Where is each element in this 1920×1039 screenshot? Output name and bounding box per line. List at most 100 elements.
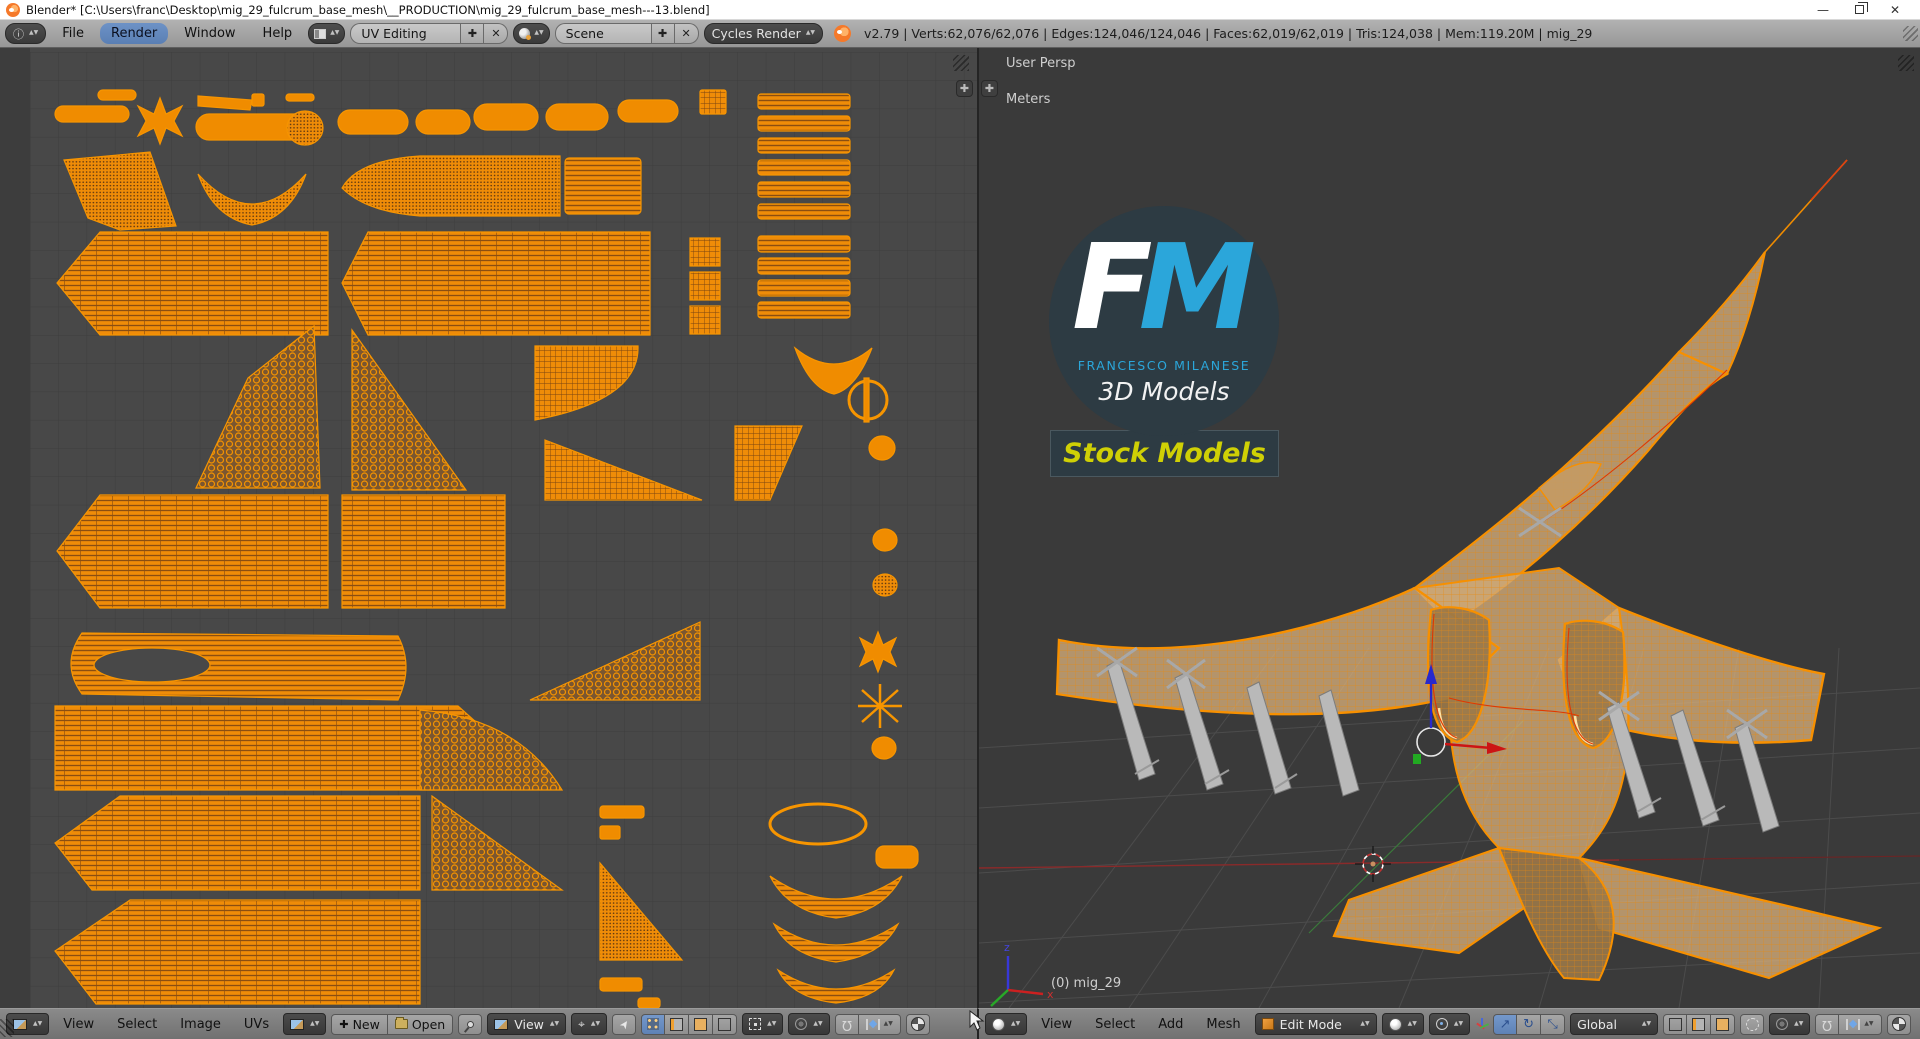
menu-help[interactable]: Help xyxy=(252,23,304,44)
viewport-canvas[interactable]: z x xyxy=(979,48,1920,1008)
uv-island[interactable] xyxy=(689,305,721,335)
uv-island[interactable] xyxy=(337,109,409,135)
uv-select-tool-button[interactable]: ➤ xyxy=(612,1013,637,1035)
uv-island[interactable] xyxy=(863,377,870,423)
uv-island[interactable] xyxy=(415,109,471,135)
uv-island[interactable] xyxy=(868,435,896,461)
uv-pivot-dropdown[interactable]: ⌖ ▲▼ xyxy=(571,1013,608,1035)
uv-image-editor[interactable]: ✚ xyxy=(0,48,977,1009)
uv-island[interactable] xyxy=(637,997,661,1009)
viewport-corner-grip[interactable] xyxy=(1898,55,1914,71)
uv-island[interactable] xyxy=(56,231,329,336)
uv-island[interactable] xyxy=(871,736,897,760)
uv-island[interactable] xyxy=(757,279,851,297)
editor-type-dropdown-3d[interactable]: ▲▼ xyxy=(985,1013,1028,1035)
vertex-select-mode-button[interactable] xyxy=(1663,1013,1688,1035)
add-scene-button[interactable]: ✚ xyxy=(650,23,675,44)
delete-layout-button[interactable]: ✕ xyxy=(484,23,509,44)
uv-canvas[interactable] xyxy=(0,48,977,1009)
open-image-button[interactable]: Open xyxy=(387,1013,454,1035)
uv-island[interactable] xyxy=(875,845,919,869)
editor-type-dropdown-info[interactable]: ⓘ ▲▼ xyxy=(5,23,47,44)
uv-island[interactable] xyxy=(599,977,643,992)
rotate-manipulator-button[interactable]: ↻ xyxy=(1517,1013,1542,1035)
uv-proportional-edit-dropdown[interactable]: ▲▼ xyxy=(788,1013,830,1035)
uv-sticky-select-dropdown[interactable]: ▲▼ xyxy=(742,1013,784,1035)
new-image-button[interactable]: ✚ New xyxy=(331,1013,388,1035)
uv-island[interactable] xyxy=(599,825,621,840)
uv-island[interactable] xyxy=(757,115,851,132)
face-select-mode-button[interactable] xyxy=(1711,1013,1736,1035)
uv-island[interactable] xyxy=(54,795,421,891)
v3d-menu-select[interactable]: Select xyxy=(1086,1015,1144,1034)
v3d-menu-view[interactable]: View xyxy=(1032,1015,1081,1034)
uv-island[interactable] xyxy=(617,99,679,123)
pin-image-button[interactable] xyxy=(458,1013,483,1035)
uv-island[interactable] xyxy=(564,157,642,215)
snap-element-button[interactable]: ▲▼ xyxy=(1839,1013,1882,1035)
viewport-region-expand-button[interactable]: ✚ xyxy=(981,80,998,97)
delete-scene-button[interactable]: ✕ xyxy=(674,23,699,44)
proportional-edit-dropdown[interactable]: ▲▼ xyxy=(1769,1013,1811,1035)
uv-select-vertex-button[interactable] xyxy=(641,1013,666,1035)
limit-selection-visible-button[interactable] xyxy=(1740,1013,1765,1035)
scene-dropdown[interactable]: ▲▼ xyxy=(513,23,550,44)
translate-manipulator-button[interactable]: ↗ xyxy=(1493,1013,1518,1035)
uv-island[interactable] xyxy=(689,237,721,267)
menu-file[interactable]: File xyxy=(51,23,95,44)
gizmo-center-circle[interactable] xyxy=(1416,727,1446,757)
uv-island[interactable] xyxy=(872,573,898,597)
uv-menu-view[interactable]: View xyxy=(54,1015,103,1034)
add-layout-button[interactable]: ✚ xyxy=(460,23,485,44)
v3d-menu-add[interactable]: Add xyxy=(1149,1015,1192,1034)
close-button[interactable]: ✕ xyxy=(1890,4,1900,16)
viewport-3d[interactable]: z x User Persp Meters (0) mig_29 F M FRA… xyxy=(977,48,1920,1008)
uv-snap-toggle-button[interactable]: Ω xyxy=(834,1013,859,1035)
image-datablock-dropdown[interactable]: ▲▼ xyxy=(283,1013,327,1035)
uv-region-expand-button[interactable]: ✚ xyxy=(956,80,973,97)
viewport-shading-dropdown[interactable]: ▲▼ xyxy=(1381,1013,1424,1035)
uv-island[interactable] xyxy=(757,159,851,176)
uv-island[interactable] xyxy=(341,231,651,336)
uv-island[interactable] xyxy=(757,257,851,275)
gizmo-y-handle[interactable] xyxy=(1413,754,1421,764)
uv-island[interactable] xyxy=(757,137,851,154)
mode-dropdown[interactable]: Edit Mode ▲▼ xyxy=(1254,1013,1377,1035)
uv-island[interactable] xyxy=(473,103,539,131)
uv-island[interactable] xyxy=(872,528,898,552)
uv-menu-uvs[interactable]: UVs xyxy=(235,1015,278,1034)
pivot-point-dropdown[interactable]: ▲▼ xyxy=(1428,1013,1471,1035)
scale-manipulator-button[interactable]: ⤡ xyxy=(1541,1013,1566,1035)
uv-island[interactable] xyxy=(93,647,211,683)
uv-island[interactable] xyxy=(545,103,609,131)
menu-window[interactable]: Window xyxy=(173,23,246,44)
v3d-menu-mesh[interactable]: Mesh xyxy=(1197,1015,1249,1034)
snap-toggle-button[interactable]: Ω xyxy=(1815,1013,1840,1035)
display-mode-dropdown[interactable]: View ▲▼ xyxy=(487,1013,567,1035)
uv-island[interactable] xyxy=(757,93,851,110)
uv-snap-element-button[interactable]: ▲▼ xyxy=(858,1013,901,1035)
render-engine-dropdown[interactable]: Cycles Render ▲▼ xyxy=(703,23,824,44)
uv-island[interactable] xyxy=(286,110,324,146)
uv-island[interactable] xyxy=(97,89,137,101)
screen-layout-dropdown[interactable]: ▲▼ xyxy=(308,23,346,44)
uv-island[interactable] xyxy=(689,271,721,301)
uv-island[interactable] xyxy=(251,93,265,107)
scene-name[interactable]: Scene xyxy=(554,23,651,44)
uv-draw-other-objects-button[interactable] xyxy=(905,1013,930,1035)
uv-island[interactable] xyxy=(757,181,851,198)
menu-render[interactable]: Render xyxy=(100,23,169,44)
uv-select-edge-button[interactable] xyxy=(665,1013,690,1035)
screen-layout-name[interactable]: UV Editing xyxy=(350,23,461,44)
uv-menu-image[interactable]: Image xyxy=(171,1015,230,1034)
orientation-dropdown[interactable]: Global ▲▼ xyxy=(1570,1013,1659,1035)
uv-menu-select[interactable]: Select xyxy=(108,1015,166,1034)
uv-island[interactable] xyxy=(699,89,727,115)
uv-select-island-button[interactable] xyxy=(713,1013,738,1035)
uv-island[interactable] xyxy=(599,805,645,819)
opengl-render-button[interactable] xyxy=(1886,1013,1911,1035)
uv-island[interactable] xyxy=(56,494,329,609)
window-corner-grip[interactable] xyxy=(0,1019,14,1037)
header-resize-grip[interactable] xyxy=(1903,26,1918,41)
edge-select-mode-button[interactable] xyxy=(1687,1013,1712,1035)
